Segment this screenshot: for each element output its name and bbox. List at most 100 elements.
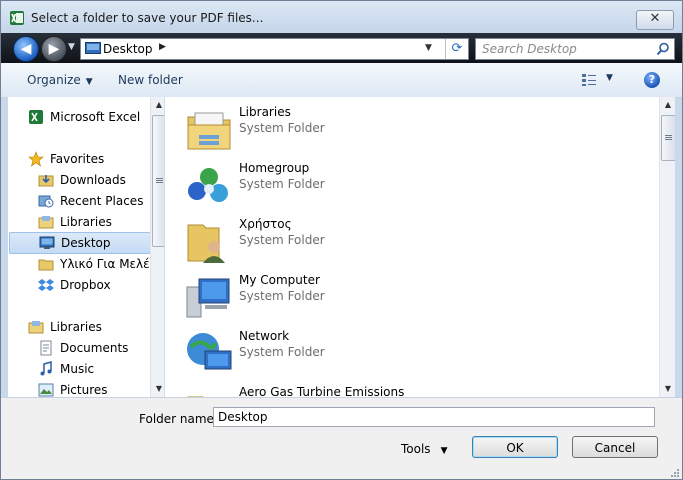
- change-view-button[interactable]: ▼: [581, 73, 615, 87]
- sidebar-item-music[interactable]: Music: [38, 359, 156, 379]
- organize-button[interactable]: Organize ▼: [27, 73, 93, 87]
- navigation-bar: ◀ ▶ ▼ Desktop ▶ ▼ ⟳ Search Desktop: [1, 33, 682, 63]
- scrollbar-thumb[interactable]: [152, 115, 164, 247]
- sidebar-item-pictures[interactable]: Pictures: [38, 380, 156, 397]
- sidebar-item-label: Music: [60, 362, 95, 376]
- excel-icon: [29, 110, 43, 124]
- refresh-button[interactable]: ⟳: [445, 39, 468, 59]
- breadcrumb-chevron-icon[interactable]: ▶: [159, 42, 166, 52]
- save-folder-dialog: Select a folder to save your PDF files..…: [0, 0, 683, 480]
- desktop-icon: [85, 42, 101, 54]
- forward-arrow-icon: ▶: [48, 41, 60, 57]
- close-button[interactable]: ✕: [636, 10, 674, 30]
- sidebar-item-libraries-group[interactable]: Libraries: [28, 317, 153, 337]
- sidebar-item-desktop[interactable]: Desktop: [9, 232, 151, 254]
- navigation-pane-scrollbar[interactable]: ▲ ▼: [150, 97, 164, 397]
- dialog-footer: Folder name: Tools ▼ OK Cancel: [1, 397, 682, 479]
- homegroup-icon: [188, 168, 228, 202]
- scrollbar-thumb[interactable]: [661, 115, 675, 161]
- scroll-down-icon[interactable]: ▼: [660, 381, 675, 397]
- scroll-up-icon[interactable]: ▲: [660, 97, 675, 113]
- address-bar[interactable]: Desktop ▶ ▼ ⟳: [80, 38, 469, 60]
- cancel-button[interactable]: Cancel: [572, 436, 658, 458]
- folder-name-input[interactable]: [213, 407, 655, 427]
- help-button[interactable]: ?: [644, 72, 660, 88]
- resize-grip-icon[interactable]: [670, 468, 680, 478]
- search-placeholder[interactable]: Search Desktop: [482, 42, 577, 56]
- grip-line: [665, 137, 672, 138]
- desktop-icon: [39, 236, 55, 249]
- folder-icon: [187, 396, 204, 397]
- title-bar: Select a folder to save your PDF files..…: [1, 1, 682, 33]
- file-list-scrollbar[interactable]: ▲ ▼: [659, 97, 675, 397]
- sidebar-item-label: Favorites: [50, 152, 105, 166]
- list-item-aero-gas-turbine-emissions[interactable]: Aero Gas Turbine Emissions: [185, 381, 645, 397]
- scroll-up-icon[interactable]: ▲: [151, 97, 164, 113]
- grip-line: [665, 139, 672, 140]
- file-name: Aero Gas Turbine Emissions: [239, 385, 405, 397]
- sidebar-item-microsoft-excel[interactable]: Microsoft Excel: [28, 107, 153, 127]
- chevron-down-icon: ▼: [85, 77, 93, 87]
- list-item-network[interactable]: Network System Folder: [185, 325, 645, 377]
- address-dropdown-icon[interactable]: ▼: [425, 43, 432, 53]
- address-location[interactable]: Desktop: [103, 42, 153, 56]
- sidebar-item-label: Libraries: [60, 215, 112, 229]
- file-type: System Folder: [239, 177, 325, 191]
- sidebar-item-study-material[interactable]: Υλικό Για Μελέτη: [38, 254, 164, 274]
- command-toolbar: Organize ▼ New folder ▼ ?: [1, 63, 682, 98]
- network-icon: [187, 333, 232, 370]
- tools-label: Tools: [401, 442, 431, 456]
- list-item-libraries[interactable]: Libraries System Folder: [185, 101, 645, 153]
- sidebar-item-documents[interactable]: Documents: [38, 338, 156, 358]
- sidebar-item-label: Υλικό Για Μελέτη: [60, 257, 165, 271]
- window-title: Select a folder to save your PDF files..…: [31, 11, 264, 25]
- user-folder-icon: [187, 224, 225, 263]
- libraries-folder-icon: [187, 112, 231, 150]
- chevron-down-icon: ▼: [440, 446, 448, 456]
- grip-line: [156, 178, 163, 179]
- excel-icon: [10, 11, 24, 25]
- folder-name-label: Folder name:: [139, 412, 218, 426]
- folder-icon: [38, 259, 54, 271]
- sidebar-item-label: Libraries: [50, 320, 102, 334]
- back-arrow-icon: ◀: [20, 41, 32, 57]
- sidebar-item-label: Desktop: [61, 236, 111, 250]
- new-folder-button[interactable]: New folder: [118, 73, 183, 87]
- file-name: My Computer: [239, 273, 320, 287]
- history-dropdown-icon[interactable]: ▼: [68, 42, 75, 52]
- sidebar-item-recent-places[interactable]: Recent Places: [38, 191, 156, 211]
- list-item-my-computer[interactable]: My Computer System Folder: [185, 269, 645, 321]
- file-name: Network: [239, 329, 290, 343]
- documents-icon: [40, 340, 52, 356]
- search-icon[interactable]: [656, 42, 670, 56]
- sidebar-item-libraries[interactable]: Libraries: [38, 212, 156, 232]
- list-item-homegroup[interactable]: Homegroup System Folder: [185, 157, 645, 209]
- list-item-user-folder[interactable]: Χρήστος System Folder: [185, 213, 645, 265]
- sidebar-item-label: Microsoft Excel: [50, 110, 141, 124]
- file-type: System Folder: [239, 289, 325, 303]
- sidebar-item-label: Downloads: [60, 173, 126, 187]
- sidebar-item-dropbox[interactable]: Dropbox: [38, 275, 156, 295]
- ok-button[interactable]: OK: [472, 436, 558, 458]
- computer-icon: [186, 278, 230, 318]
- sidebar-item-label: Documents: [60, 341, 129, 355]
- chevron-down-icon: ▼: [606, 73, 613, 83]
- search-box[interactable]: Search Desktop: [475, 38, 675, 60]
- forward-button[interactable]: ▶: [41, 36, 67, 62]
- sidebar-item-label: Dropbox: [60, 278, 111, 292]
- sidebar-item-label: Pictures: [60, 383, 108, 397]
- recent-places-icon: [38, 195, 54, 208]
- file-name: Libraries: [239, 105, 291, 119]
- sidebar-item-downloads[interactable]: Downloads: [38, 170, 156, 190]
- views-icon: [582, 74, 596, 86]
- file-name: Χρήστος: [239, 217, 292, 231]
- pictures-icon: [38, 383, 54, 397]
- back-button[interactable]: ◀: [13, 36, 39, 62]
- tools-button[interactable]: Tools ▼: [401, 442, 447, 456]
- organize-label: Organize: [27, 73, 81, 87]
- sidebar-item-favorites[interactable]: Favorites: [28, 149, 153, 169]
- scroll-down-icon[interactable]: ▼: [151, 381, 164, 397]
- star-icon: [28, 151, 44, 167]
- file-type: System Folder: [239, 233, 325, 247]
- sidebar-item-label: Recent Places: [60, 194, 144, 208]
